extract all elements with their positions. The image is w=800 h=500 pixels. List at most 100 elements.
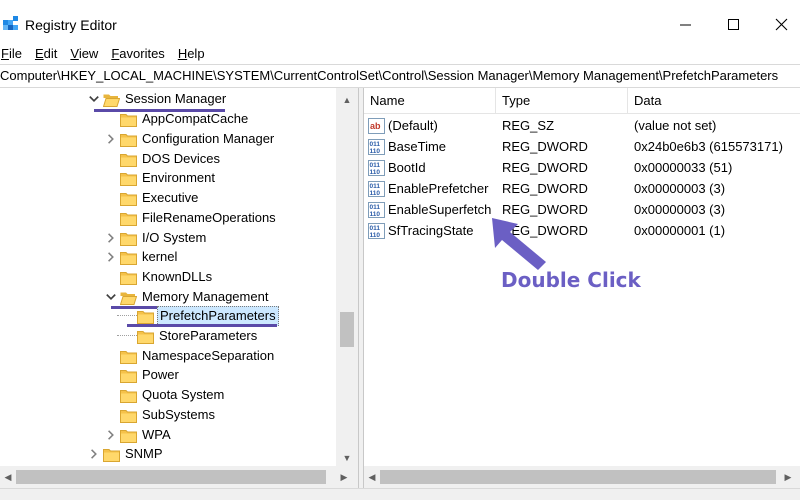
value-type: REG_SZ — [502, 118, 555, 133]
tree-item-label: SubSystems — [142, 407, 215, 422]
scrollbar-thumb[interactable] — [340, 312, 354, 347]
value-row-enablesuperfetch[interactable]: EnableSuperfetch REG_DWORD 0x00000003 (3… — [364, 200, 800, 220]
folder-icon — [120, 152, 137, 167]
value-name: EnableSuperfetch — [388, 202, 492, 217]
menu-file[interactable]: File — [0, 44, 27, 64]
value-row-basetime[interactable]: BaseTime REG_DWORD 0x24b0e6b3 (615573171… — [364, 137, 800, 157]
tree-item-configuration-manager[interactable]: Configuration Manager — [105, 129, 276, 149]
tree-item-namespaceseparation[interactable]: NamespaceSeparation — [105, 346, 276, 366]
tree-item-knowndlls[interactable]: KnownDLLs — [105, 267, 214, 287]
tree-vertical-scrollbar[interactable]: ▲ ▼ — [336, 88, 358, 466]
dword-value-icon — [368, 139, 385, 155]
tree-item-label: SNMP — [125, 446, 163, 461]
value-type: REG_DWORD — [502, 181, 588, 196]
tree-item-kernel[interactable]: kernel — [105, 247, 179, 267]
tree-item-power[interactable]: Power — [105, 365, 181, 385]
tree-item-label: KnownDLLs — [142, 269, 213, 284]
column-header-data[interactable]: Data — [628, 88, 661, 114]
minimize-button[interactable] — [676, 16, 696, 34]
dword-value-icon — [368, 202, 385, 218]
tree-item-executive[interactable]: Executive — [105, 188, 200, 208]
menu-bar: File Edit View Favorites Help — [0, 44, 213, 64]
tree-item-environment[interactable]: Environment — [105, 168, 217, 188]
folder-icon — [120, 211, 137, 226]
list-horizontal-scrollbar[interactable]: ◀ ▶ — [364, 466, 800, 488]
value-row-bootid[interactable]: BootId REG_DWORD 0x00000033 (51) — [364, 158, 800, 178]
value-data: 0x00000033 (51) — [634, 160, 733, 175]
tree-item-label: WPA — [142, 427, 171, 442]
title-bar[interactable]: Registry Editor — [0, 0, 800, 40]
tree-item-storeparameters[interactable]: StoreParameters — [122, 326, 259, 346]
tree-item-subsystems[interactable]: SubSystems — [105, 405, 217, 425]
folder-icon — [120, 408, 137, 423]
chevron-right-icon[interactable] — [88, 444, 100, 464]
folder-icon — [120, 250, 137, 265]
folder-icon — [120, 428, 137, 443]
address-bar[interactable]: Computer\HKEY_LOCAL_MACHINE\SYSTEM\Curre… — [0, 64, 800, 88]
scroll-down-arrow-icon[interactable]: ▼ — [336, 450, 358, 466]
tree-item-label: I/O System — [142, 230, 207, 245]
tree-item-label: Session Manager — [125, 91, 227, 106]
value-name: EnablePrefetcher — [388, 181, 489, 196]
tree-item-label: Quota System — [142, 387, 225, 402]
window-title: Registry Editor — [25, 17, 117, 33]
dword-value-icon — [368, 181, 385, 197]
menu-edit[interactable]: Edit — [30, 44, 62, 64]
chevron-right-icon[interactable] — [105, 247, 117, 267]
value-row-default[interactable]: (Default) REG_SZ (value not set) — [364, 116, 800, 136]
tree-item-label: Configuration Manager — [142, 131, 275, 146]
folder-icon — [120, 368, 137, 383]
menu-help[interactable]: Help — [173, 44, 210, 64]
scrollbar-thumb[interactable] — [380, 470, 776, 484]
tree-item-label: FileRenameOperations — [142, 210, 276, 225]
menu-favorites[interactable]: Favorites — [106, 44, 169, 64]
tree-item-wpa[interactable]: WPA — [105, 425, 173, 445]
scroll-left-arrow-icon[interactable]: ◀ — [364, 469, 380, 485]
tree-item-prefetchparameters[interactable]: PrefetchParameters — [122, 306, 279, 326]
folder-icon — [120, 270, 137, 285]
menu-view[interactable]: View — [65, 44, 103, 64]
maximize-button[interactable] — [724, 16, 744, 34]
tree-item-snmp[interactable]: SNMP — [88, 444, 165, 464]
tree-item-memory-management[interactable]: Memory Management — [105, 287, 270, 307]
dword-value-icon — [368, 223, 385, 239]
chevron-down-icon[interactable] — [88, 89, 100, 109]
tree-item-io-system[interactable]: I/O System — [105, 228, 208, 248]
value-row-enableprefetcher[interactable]: EnablePrefetcher REG_DWORD 0x00000003 (3… — [364, 179, 800, 199]
folder-icon — [137, 329, 154, 344]
value-name: (Default) — [388, 118, 438, 133]
scroll-right-arrow-icon[interactable]: ▶ — [780, 469, 796, 485]
annotation-arrow-icon — [492, 218, 546, 270]
tree-item-label: Environment — [142, 170, 215, 185]
chevron-right-icon[interactable] — [105, 129, 117, 149]
tree-item-label: AppCompatCache — [142, 111, 249, 126]
chevron-right-icon[interactable] — [105, 425, 117, 445]
tree-item-label: DOS Devices — [142, 151, 221, 166]
scroll-left-arrow-icon[interactable]: ◀ — [0, 469, 16, 485]
scroll-right-arrow-icon[interactable]: ▶ — [336, 469, 352, 485]
column-header-name[interactable]: Name — [364, 88, 405, 114]
dword-value-icon — [368, 160, 385, 176]
tree-item-appcompatcache[interactable]: AppCompatCache — [105, 109, 250, 129]
chevron-down-icon[interactable] — [105, 287, 117, 307]
value-data: (value not set) — [634, 118, 717, 133]
tree-item-session-manager[interactable]: Session Manager — [88, 89, 228, 109]
value-data: 0x24b0e6b3 (615573171) — [634, 139, 783, 154]
column-header-type[interactable]: Type — [496, 88, 530, 114]
tree-item-label: Power — [142, 367, 179, 382]
folder-icon — [120, 231, 137, 246]
tree-item-label: Memory Management — [142, 289, 269, 304]
tree-horizontal-scrollbar[interactable]: ◀ ▶ — [0, 466, 358, 488]
folder-open-icon — [103, 92, 120, 107]
folder-icon — [137, 309, 154, 324]
tree-item-quota-system[interactable]: Quota System — [105, 385, 226, 405]
close-button[interactable] — [772, 16, 792, 34]
value-name: BaseTime — [388, 139, 447, 154]
scroll-up-arrow-icon[interactable]: ▲ — [336, 92, 358, 108]
scrollbar-thumb[interactable] — [16, 470, 326, 484]
tree-item-filerenameoperations[interactable]: FileRenameOperations — [105, 208, 278, 228]
value-name: BootId — [388, 160, 426, 175]
value-row-sftracingstate[interactable]: SfTracingState REG_DWORD 0x00000001 (1) — [364, 221, 800, 241]
tree-item-dos-devices[interactable]: DOS Devices — [105, 149, 222, 169]
chevron-right-icon[interactable] — [105, 228, 117, 248]
